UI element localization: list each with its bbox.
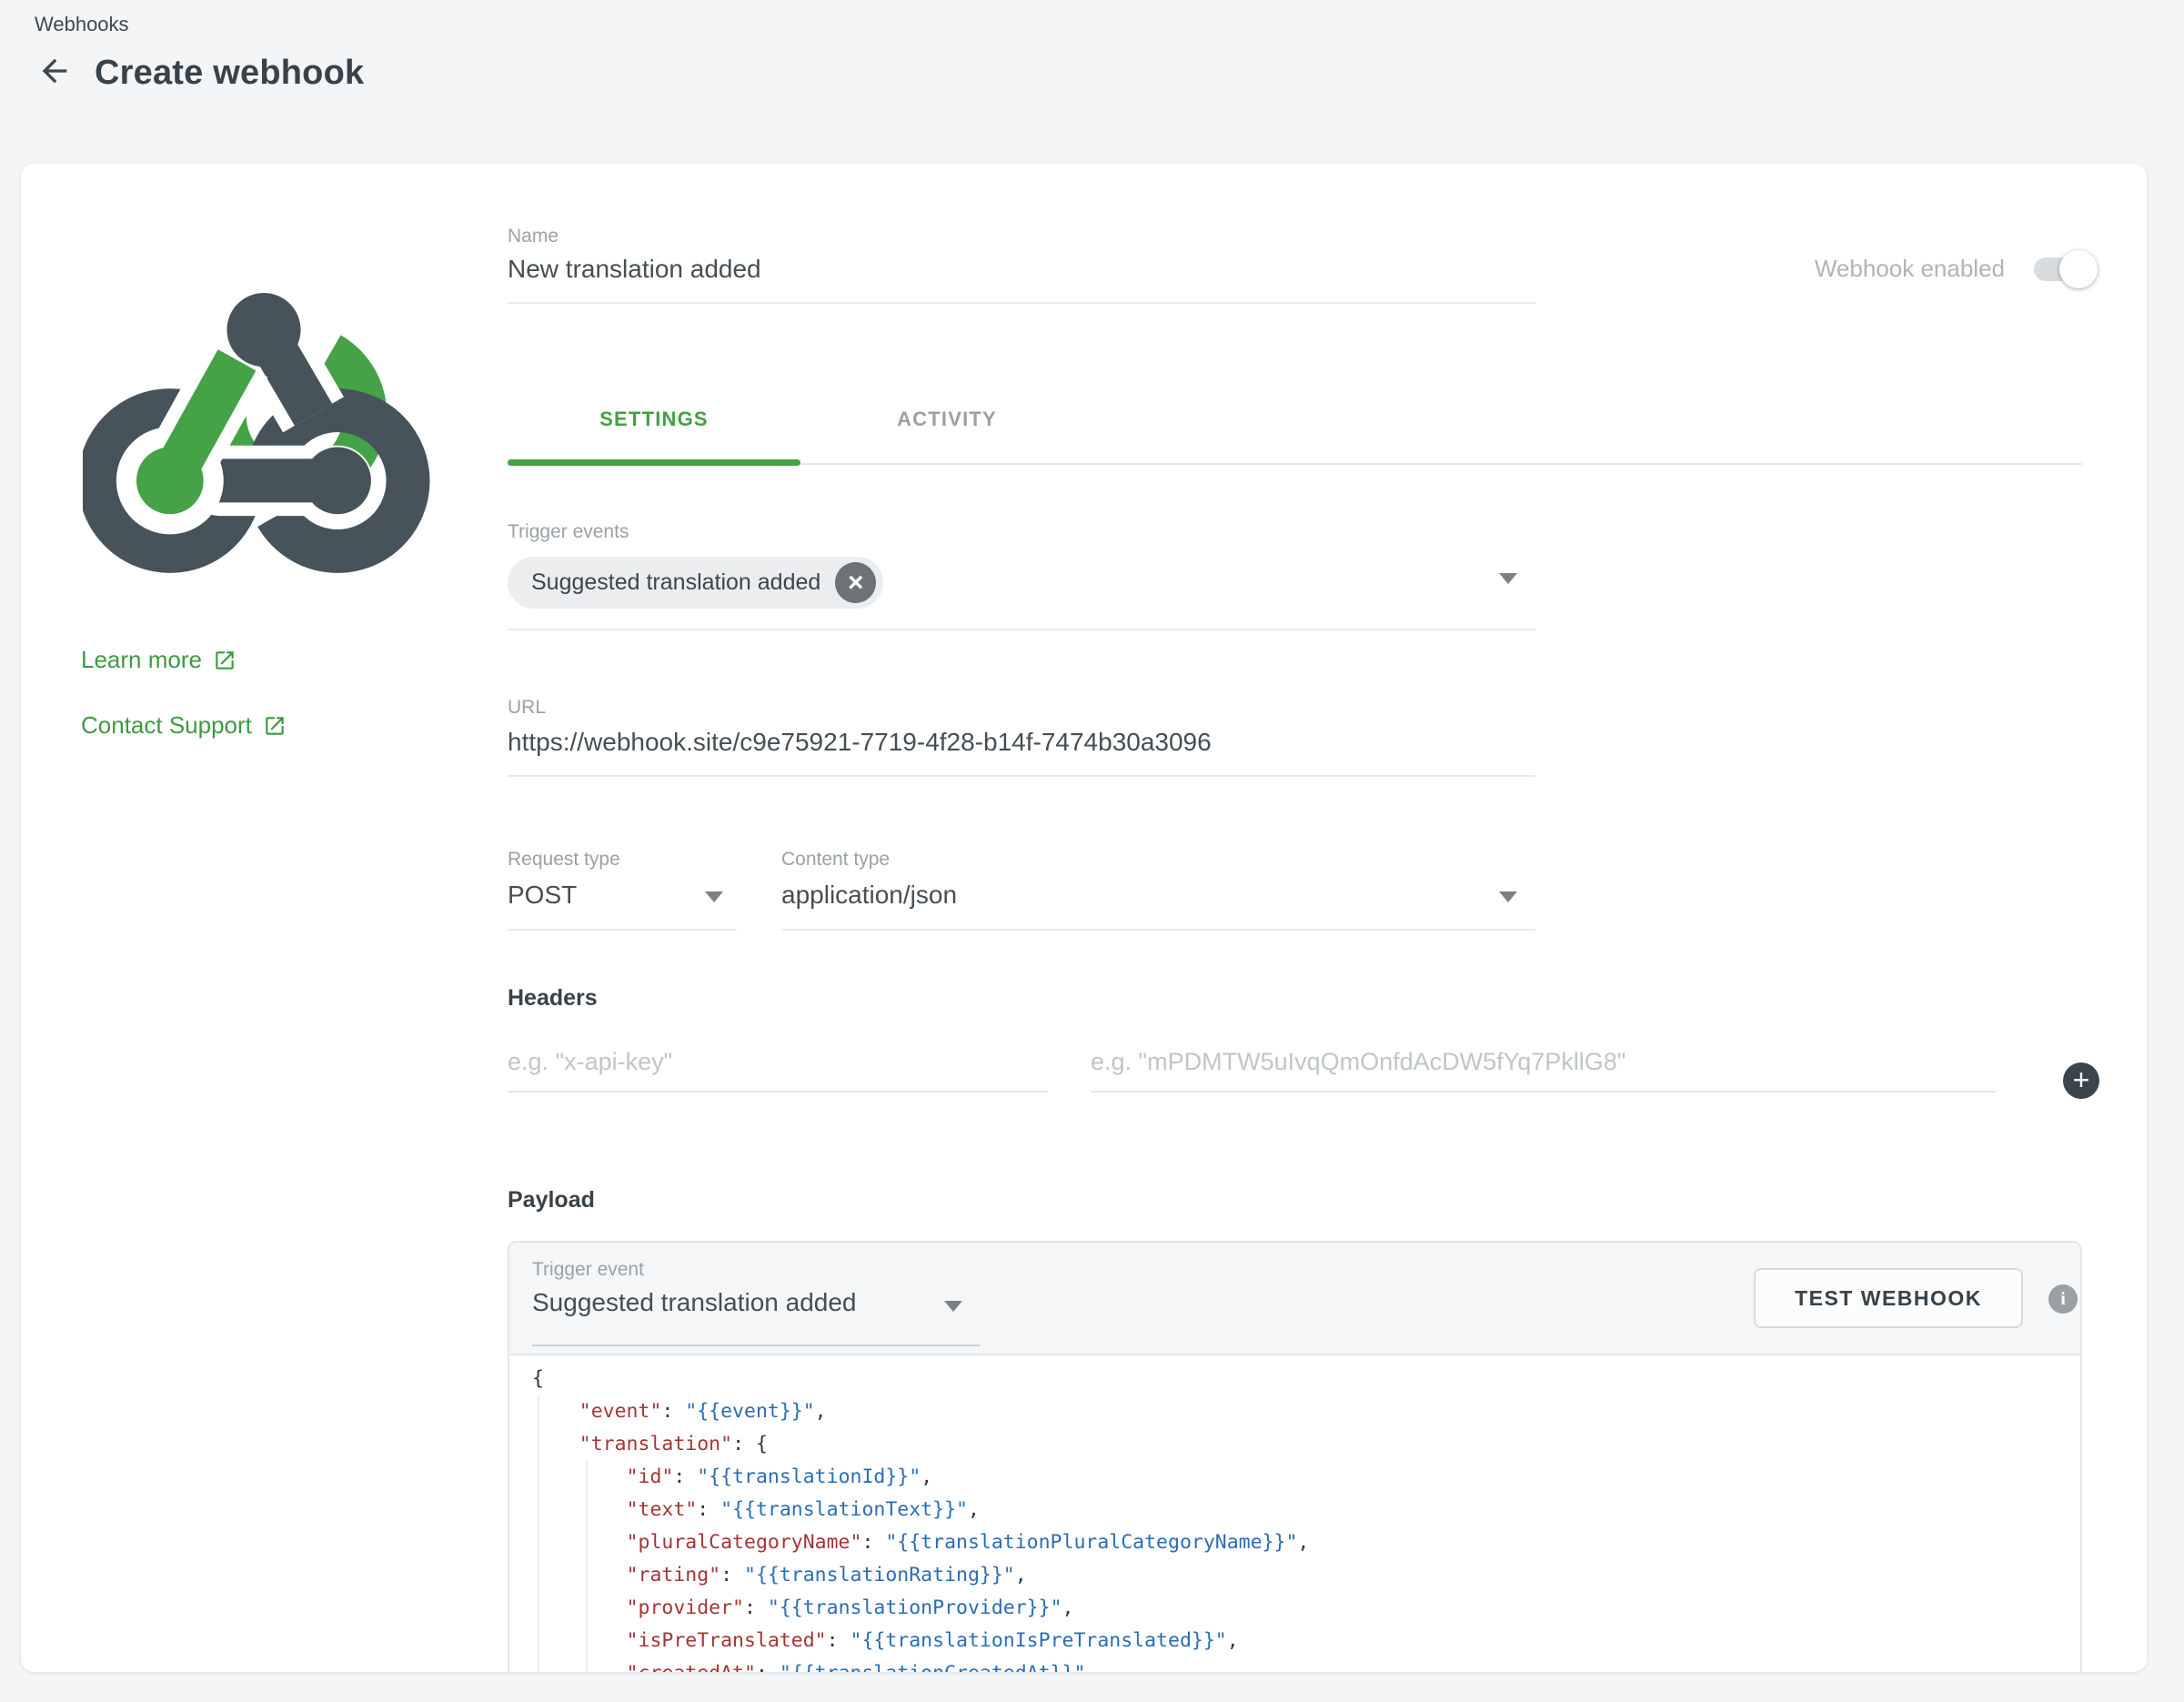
payload-panel: Trigger event Suggested translation adde… [508, 1241, 2082, 1672]
content-type-underline [781, 929, 1535, 931]
page-title: Create webhook [95, 54, 364, 93]
payload-header: Trigger event Suggested translation adde… [509, 1243, 2080, 1355]
toggle-thumb [2059, 250, 2098, 288]
chevron-down-icon[interactable] [705, 891, 723, 902]
arrow-back-icon [36, 53, 73, 94]
info-icon[interactable]: i [2048, 1284, 2078, 1314]
breadcrumb[interactable]: Webhooks [35, 13, 129, 36]
plus-icon: + [2073, 1065, 2090, 1094]
content-type-select[interactable]: application/json [781, 881, 957, 910]
add-header-button[interactable]: + [2063, 1062, 2099, 1099]
learn-more-link[interactable]: Learn more [81, 646, 237, 674]
payload-code-lines: { "event": "{{event}}", "translation": {… [532, 1363, 2080, 1672]
headers-title: Headers [508, 985, 598, 1012]
test-webhook-button[interactable]: TEST WEBHOOK [1754, 1268, 2023, 1328]
name-input[interactable] [508, 255, 1535, 304]
chip-remove-icon[interactable]: × [835, 562, 876, 603]
webhook-logo [83, 241, 445, 579]
request-type-label: Request type [508, 849, 620, 871]
webhook-enabled-toggle[interactable] [2034, 257, 2092, 281]
open-in-new-icon [213, 649, 237, 672]
active-tab-indicator [508, 459, 800, 466]
back-button[interactable] [35, 53, 75, 93]
payload-trigger-event-label: Trigger event [532, 1259, 644, 1281]
chevron-down-icon[interactable] [944, 1301, 962, 1312]
title-bar: Create webhook [35, 53, 364, 93]
webhook-enabled-label: Webhook enabled [1815, 255, 2005, 283]
tab-activity[interactable]: ACTIVITY [800, 408, 1093, 459]
chip-label: Suggested translation added [531, 569, 820, 596]
trigger-event-chip[interactable]: Suggested translation added × [508, 557, 883, 609]
request-type-underline [508, 929, 737, 931]
trigger-events-label: Trigger events [508, 521, 629, 543]
webhook-card: Learn more Contact Support Name Webhook … [21, 164, 2147, 1672]
learn-more-label: Learn more [81, 646, 202, 674]
contact-support-link[interactable]: Contact Support [81, 711, 287, 740]
url-input[interactable] [508, 728, 1535, 777]
name-label: Name [508, 226, 559, 247]
webhook-enabled-row: Webhook enabled [1815, 255, 2092, 283]
payload-code[interactable]: { "event": "{{event}}", "translation": {… [509, 1355, 2080, 1672]
payload-trigger-event-underline [532, 1344, 980, 1346]
request-type-select[interactable]: POST [508, 881, 577, 910]
header-key-input[interactable] [508, 1048, 1048, 1093]
open-in-new-icon [263, 714, 287, 738]
url-label: URL [508, 697, 546, 719]
contact-support-label: Contact Support [81, 711, 252, 740]
chevron-down-icon[interactable] [1499, 891, 1517, 902]
header-value-input[interactable] [1091, 1048, 1996, 1093]
payload-title: Payload [508, 1187, 595, 1214]
tab-settings[interactable]: SETTINGS [508, 408, 800, 459]
chevron-down-icon[interactable] [1499, 573, 1517, 584]
payload-trigger-event-select[interactable]: Suggested translation added [532, 1288, 857, 1317]
trigger-events-underline [508, 629, 1535, 630]
content-type-label: Content type [781, 849, 890, 871]
